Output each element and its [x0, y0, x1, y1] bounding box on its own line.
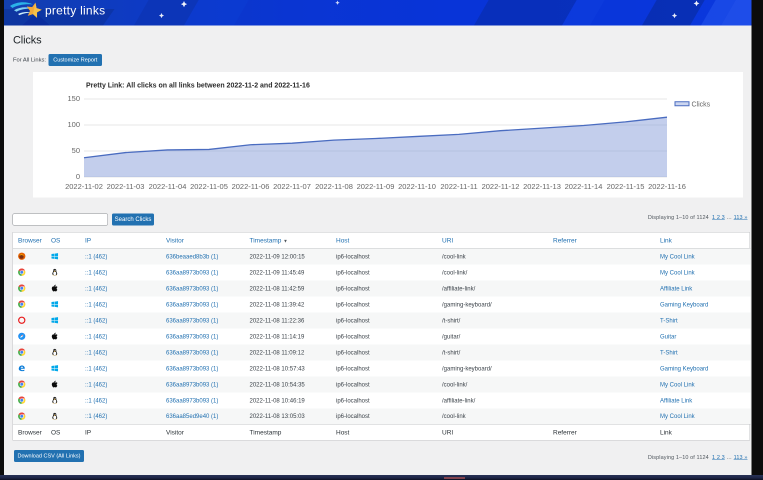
svg-text:100: 100 — [67, 120, 80, 129]
svg-text:2022-11-04: 2022-11-04 — [149, 182, 187, 191]
svg-text:2022-11-14: 2022-11-14 — [565, 182, 603, 191]
svg-text:2022-11-10: 2022-11-10 — [398, 182, 436, 191]
svg-text:2022-11-05: 2022-11-05 — [190, 182, 228, 191]
svg-text:2022-11-12: 2022-11-12 — [482, 182, 520, 191]
svg-text:2022-11-08: 2022-11-08 — [315, 182, 353, 191]
svg-text:2022-11-02: 2022-11-02 — [65, 182, 103, 191]
svg-text:2022-11-15: 2022-11-15 — [607, 182, 645, 191]
svg-text:50: 50 — [72, 146, 80, 155]
svg-text:2022-11-09: 2022-11-09 — [357, 182, 395, 191]
svg-text:2022-11-03: 2022-11-03 — [107, 182, 145, 191]
svg-text:0: 0 — [76, 172, 80, 181]
svg-text:2022-11-07: 2022-11-07 — [273, 182, 311, 191]
svg-text:150: 150 — [67, 94, 80, 103]
svg-text:2022-11-11: 2022-11-11 — [440, 182, 477, 191]
svg-text:2022-11-16: 2022-11-16 — [648, 182, 686, 191]
svg-text:2022-11-06: 2022-11-06 — [232, 182, 270, 191]
svg-text:Clicks: Clicks — [692, 102, 711, 109]
svg-text:2022-11-13: 2022-11-13 — [523, 182, 561, 191]
